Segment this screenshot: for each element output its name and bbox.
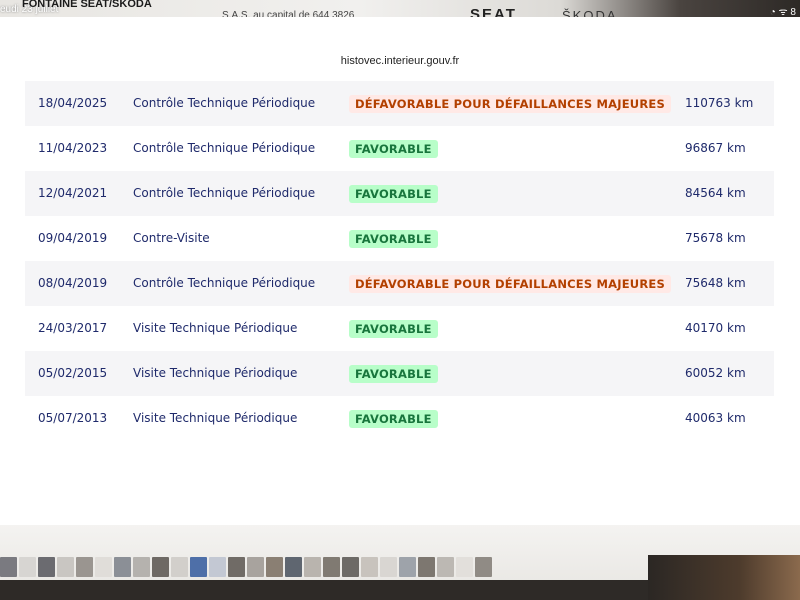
url-text[interactable]: histovec.interieur.gouv.fr bbox=[0, 55, 800, 67]
thumbnail bbox=[399, 557, 416, 577]
inspection-result-cell: DÉFAVORABLE POUR DÉFAILLANCES MAJEURES bbox=[349, 81, 671, 126]
odometer-reading: 40170 km bbox=[685, 321, 746, 335]
thumbnail bbox=[0, 557, 17, 577]
thumbnail bbox=[114, 557, 131, 577]
thumbnail bbox=[19, 557, 36, 577]
thumbnail bbox=[228, 557, 245, 577]
thumbnail bbox=[304, 557, 321, 577]
browser-address-bar[interactable]: histovec.interieur.gouv.fr bbox=[0, 17, 800, 73]
inspection-date: 08/04/2019 bbox=[38, 276, 108, 290]
thumbnail bbox=[323, 557, 340, 577]
table-row: 24/03/2017 Visite Technique Périodique FAV… bbox=[25, 306, 774, 351]
odometer-reading: 40063 km bbox=[685, 411, 746, 425]
thumbnail bbox=[266, 557, 283, 577]
odometer-reading: 60052 km bbox=[685, 366, 746, 380]
favorable-badge: FAVORABLE bbox=[349, 229, 438, 248]
inspection-result-cell: FAVORABLE bbox=[349, 216, 438, 261]
thumbnail bbox=[475, 557, 492, 577]
thumbnail bbox=[57, 557, 74, 577]
favorable-badge: FAVORABLE bbox=[349, 409, 438, 428]
thumbnail bbox=[190, 557, 207, 577]
thumbnail bbox=[437, 557, 454, 577]
thumbnail bbox=[95, 557, 112, 577]
inspection-result-cell: DÉFAVORABLE POUR DÉFAILLANCES MAJEURES bbox=[349, 261, 671, 306]
table-row: 08/04/2019 Contrôle Technique Périodique D… bbox=[25, 261, 774, 306]
odometer-reading: 75648 km bbox=[685, 276, 746, 290]
odometer-reading: 84564 km bbox=[685, 186, 746, 200]
thumbnail bbox=[152, 557, 169, 577]
background-object bbox=[648, 555, 800, 600]
thumbnail bbox=[76, 557, 93, 577]
thumbnail bbox=[418, 557, 435, 577]
thumbnail bbox=[247, 557, 264, 577]
inspection-date: 05/07/2013 bbox=[38, 411, 108, 425]
thumbnail bbox=[361, 557, 378, 577]
favorable-badge: FAVORABLE bbox=[349, 364, 438, 383]
odometer-reading: 110763 km bbox=[685, 96, 754, 110]
inspection-type: Visite Technique Périodique bbox=[133, 411, 298, 425]
status-bar-icons: ◔ ᯤ 8 bbox=[769, 7, 796, 18]
inspection-result-cell: FAVORABLE bbox=[349, 396, 438, 441]
inspection-type: Visite Technique Périodique bbox=[133, 321, 298, 335]
defavorable-badge: DÉFAVORABLE POUR DÉFAILLANCES MAJEURES bbox=[349, 94, 671, 113]
inspection-date: 05/02/2015 bbox=[38, 366, 108, 380]
thumbnail bbox=[38, 557, 55, 577]
inspection-date: 12/04/2021 bbox=[38, 186, 108, 200]
favorable-badge: FAVORABLE bbox=[349, 184, 438, 203]
background-dealer-name: FONTAINE SEAT/SKODA bbox=[22, 0, 152, 10]
table-row: 09/04/2019 Contre-Visite FAVORABLE 75678 km bbox=[25, 216, 774, 261]
inspection-date: 24/03/2017 bbox=[38, 321, 108, 335]
odometer-reading: 75678 km bbox=[685, 231, 746, 245]
inspection-type: Contrôle Technique Périodique bbox=[133, 186, 316, 200]
table-row: 05/02/2015 Visite Technique Périodique FAV… bbox=[25, 351, 774, 396]
favorable-badge: FAVORABLE bbox=[349, 319, 438, 338]
inspection-type: Contrôle Technique Périodique bbox=[133, 96, 316, 110]
background-desk bbox=[0, 580, 648, 600]
thumbnail bbox=[209, 557, 226, 577]
inspection-result-cell: FAVORABLE bbox=[349, 126, 438, 171]
inspection-result-cell: FAVORABLE bbox=[349, 171, 438, 216]
inspection-date: 09/04/2019 bbox=[38, 231, 108, 245]
table-row: 11/04/2023 Contrôle Technique Périodique F… bbox=[25, 126, 774, 171]
defavorable-badge: DÉFAVORABLE POUR DÉFAILLANCES MAJEURES bbox=[349, 274, 671, 293]
thumbnail bbox=[285, 557, 302, 577]
background-photo-bottom bbox=[0, 525, 800, 600]
table-row: 05/07/2013 Visite Technique Périodique FAV… bbox=[25, 396, 774, 441]
favorable-badge: FAVORABLE bbox=[349, 139, 438, 158]
app-switcher-thumbnails bbox=[0, 557, 492, 579]
thumbnail bbox=[133, 557, 150, 577]
inspection-type: Contrôle Technique Périodique bbox=[133, 276, 316, 290]
thumbnail bbox=[342, 557, 359, 577]
odometer-reading: 96867 km bbox=[685, 141, 746, 155]
inspection-result-cell: FAVORABLE bbox=[349, 351, 438, 396]
inspection-result-cell: FAVORABLE bbox=[349, 306, 438, 351]
inspection-date: 18/04/2025 bbox=[38, 96, 108, 110]
inspection-type: Visite Technique Périodique bbox=[133, 366, 298, 380]
thumbnail bbox=[380, 557, 397, 577]
thumbnail bbox=[171, 557, 188, 577]
table-row: 12/04/2021 Contrôle Technique Périodique F… bbox=[25, 171, 774, 216]
inspection-date: 11/04/2023 bbox=[38, 141, 108, 155]
thumbnail bbox=[456, 557, 473, 577]
table-row: 18/04/2025 Contrôle Technique Périodique D… bbox=[25, 81, 774, 126]
browser-page: 16/06/2025Contre-VisiteFAVORABLE111668 k… bbox=[0, 17, 800, 525]
inspection-history-table: 16/06/2025Contre-VisiteFAVORABLE111668 k… bbox=[25, 49, 774, 441]
inspection-type: Contre-Visite bbox=[133, 231, 210, 245]
inspection-type: Contrôle Technique Périodique bbox=[133, 141, 316, 155]
